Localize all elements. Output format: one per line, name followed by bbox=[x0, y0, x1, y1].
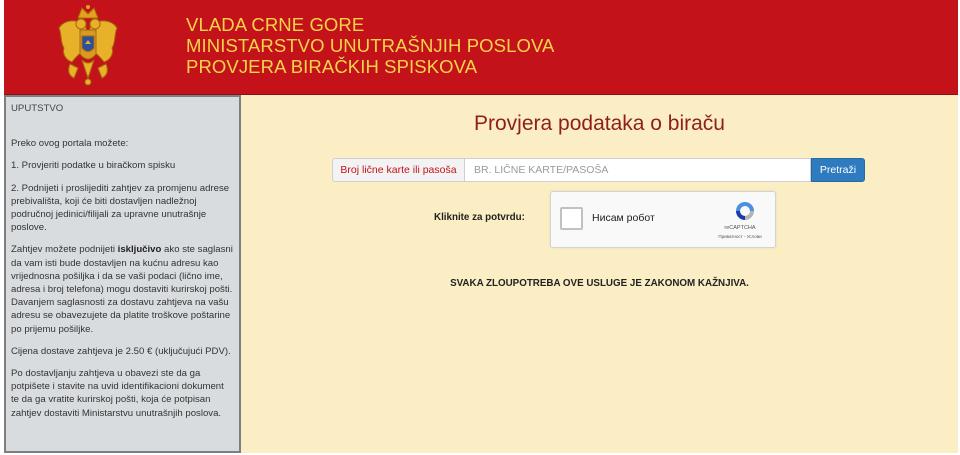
search-form: Broj lične karte ili pasoša Pretraži bbox=[332, 158, 865, 182]
recaptcha-widget: Нисам робот reCAPTCHA Приватност - Услов… bbox=[550, 191, 776, 248]
confirm-label: Kliknite za potvrdu: bbox=[434, 212, 525, 223]
sidebar-consent-paragraph: Zahtjev možete podnijeti isključivo ako … bbox=[11, 243, 234, 335]
sidebar-item-2: 2. Podnijeti i proslijediti zahtjev za p… bbox=[11, 182, 230, 234]
consent-text-start: Zahtjev možete podnijeti bbox=[11, 244, 118, 256]
header-service: PROVJERA BIRAČKIH SPISKOVA bbox=[186, 56, 478, 77]
search-button[interactable]: Pretraži bbox=[811, 158, 865, 182]
recaptcha-logo-icon bbox=[736, 202, 754, 220]
search-label: Broj lične karte ili pasoša bbox=[332, 158, 464, 182]
page-title: Provjera podataka o biraču bbox=[474, 112, 725, 135]
header-titles: VLADA CRNE GORE MINISTARSTVO UNUTRAŠNJIH… bbox=[186, 14, 554, 77]
site-header: VLADA CRNE GORE MINISTARSTVO UNUTRAŠNJIH… bbox=[4, 0, 958, 95]
abuse-warning: SVAKA ZLOUPOTREBA OVE USLUGE JE ZAKONOM … bbox=[450, 278, 749, 289]
recaptcha-checkbox[interactable] bbox=[560, 207, 583, 230]
recaptcha-label: Нисам робот bbox=[592, 212, 655, 224]
sidebar-intro: Preko ovog portala možete: bbox=[11, 138, 129, 150]
recaptcha-links[interactable]: Приватност - Услови bbox=[704, 234, 776, 239]
instructions-sidebar: UPUTSTVO Preko ovog portala možete: 1. P… bbox=[4, 95, 241, 453]
sidebar-item-1: 1. Provjeriti podatke u biračkom spisku bbox=[11, 160, 176, 172]
sidebar-delivery-note: Po dostavljanju zahtjeva u obavezi ste d… bbox=[11, 368, 224, 419]
sidebar-delivery-price: Cijena dostave zahtjeva je 2.50 € (uklju… bbox=[11, 345, 231, 357]
id-number-input[interactable] bbox=[464, 158, 811, 182]
recaptcha-brand: reCAPTCHA bbox=[724, 225, 756, 231]
consent-text-end: ako ste saglasni da vam isti bude dostav… bbox=[11, 244, 233, 335]
montenegro-coat-of-arms-icon bbox=[58, 5, 118, 86]
sidebar-title: UPUTSTVO bbox=[11, 103, 64, 114]
consent-text-emphasis: isključivo bbox=[117, 244, 162, 256]
header-ministry: MINISTARSTVO UNUTRAŠNJIH POSLOVA bbox=[186, 35, 555, 56]
header-government: VLADA CRNE GORE bbox=[186, 14, 365, 35]
main-content: Provjera podataka o biraču Broj lične ka… bbox=[241, 95, 958, 453]
